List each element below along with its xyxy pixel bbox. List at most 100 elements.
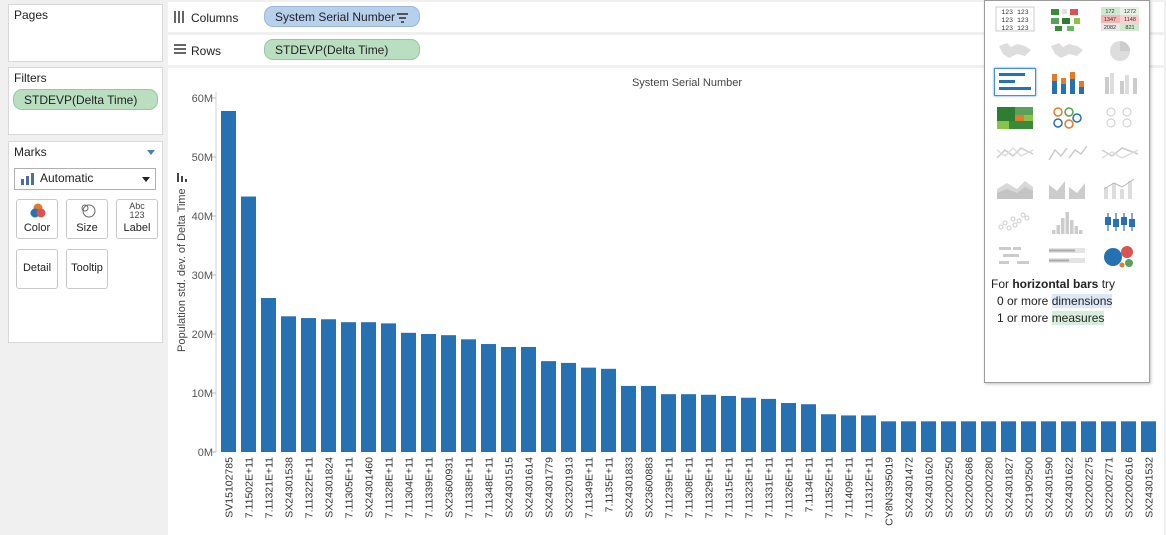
horizontal-bars-icon[interactable] <box>994 68 1036 96</box>
x-tick-label[interactable]: 7.11315E+11 <box>724 457 736 518</box>
bar[interactable] <box>1081 421 1096 452</box>
filter-pill-stdevp[interactable]: STDEVP(Delta Time) <box>13 89 158 110</box>
sort-axis-icon[interactable] <box>177 173 187 182</box>
x-tick-label[interactable]: 7.11326E+11 <box>784 457 796 518</box>
bar[interactable] <box>521 346 536 452</box>
histogram-icon[interactable] <box>1046 208 1088 236</box>
bar[interactable] <box>761 398 776 452</box>
x-tick-label[interactable]: 7.11304E+11 <box>404 457 416 518</box>
pages-card[interactable]: Pages <box>8 4 163 62</box>
bar[interactable] <box>401 332 416 452</box>
x-tick-label[interactable]: 7.11349E+11 <box>584 457 596 518</box>
bar[interactable] <box>501 346 516 452</box>
x-tick-label[interactable]: 7.11239E+11 <box>664 457 676 518</box>
x-tick-label[interactable]: SX24301532 <box>1144 457 1156 518</box>
bar[interactable] <box>901 421 916 452</box>
bar[interactable] <box>721 395 736 452</box>
bar[interactable] <box>781 403 796 452</box>
bar[interactable] <box>541 361 556 452</box>
bar[interactable] <box>801 404 816 452</box>
bar[interactable] <box>561 362 576 452</box>
size-button[interactable]: Size <box>66 199 108 239</box>
x-tick-label[interactable]: 7.11322E+11 <box>304 457 316 518</box>
x-tick-label[interactable]: 7.11348E+11 <box>484 457 496 518</box>
x-tick-label[interactable]: SX24301472 <box>904 457 916 518</box>
x-tick-label[interactable]: 7.11409E+11 <box>844 457 856 518</box>
x-tick-label[interactable]: SX23201913 <box>564 457 576 518</box>
bullet-graph-icon[interactable] <box>1046 242 1088 270</box>
bar[interactable] <box>961 421 976 452</box>
x-tick-label[interactable]: SX24301460 <box>364 457 376 518</box>
show-me-panel[interactable]: 123 123 123 123 123 123 172 1272 1347 1148 2082… <box>984 0 1150 383</box>
rows-pill-stdevp[interactable]: STDEVP(Delta Time) <box>264 39 420 60</box>
x-tick-label[interactable]: SX22002616 <box>1124 457 1136 518</box>
scatter-plot-icon[interactable] <box>994 208 1036 236</box>
mark-type-dropdown[interactable]: Automatic <box>14 168 156 190</box>
x-tick-label[interactable]: SX24301824 <box>324 457 336 518</box>
bar[interactable] <box>221 110 236 453</box>
x-tick-label[interactable]: SX24301833 <box>624 457 636 518</box>
bar[interactable] <box>241 196 256 452</box>
bar[interactable] <box>841 415 856 452</box>
bar[interactable] <box>1121 421 1136 452</box>
x-tick-label[interactable]: 7.11308E+11 <box>684 457 696 518</box>
label-button[interactable]: Abc 123 Label <box>116 199 158 239</box>
bar[interactable] <box>881 421 896 452</box>
x-tick-label[interactable]: SX22002250 <box>944 457 956 518</box>
area-discrete-icon[interactable] <box>1046 174 1088 202</box>
bar[interactable] <box>861 415 876 452</box>
bar[interactable] <box>341 322 356 452</box>
treemap-icon[interactable] <box>994 104 1036 132</box>
x-tick-label[interactable]: 7.11331E+11 <box>764 457 776 518</box>
x-tick-label[interactable]: SV15102785 <box>224 457 236 518</box>
bar[interactable] <box>441 335 456 452</box>
bar[interactable] <box>261 298 276 452</box>
x-tick-label[interactable]: 7.11352E+11 <box>824 457 836 518</box>
columns-pill-system-serial-number[interactable]: System Serial Number <box>264 6 420 27</box>
color-button[interactable]: Color <box>16 199 58 239</box>
marks-menu-icon[interactable] <box>147 150 155 155</box>
bar[interactable] <box>461 339 476 452</box>
marks-card[interactable]: Marks Automatic Color Size Abc 123 Label… <box>8 141 163 343</box>
bar[interactable] <box>581 367 596 452</box>
bar[interactable] <box>621 385 636 452</box>
x-tick-label[interactable]: 7.11305E+11 <box>344 457 356 518</box>
x-tick-label[interactable]: 7.11328E+11 <box>384 457 396 518</box>
bar[interactable] <box>1021 421 1036 452</box>
x-tick-label[interactable]: 7.1135E+11 <box>604 457 616 513</box>
circle-views-icon[interactable] <box>1046 104 1088 132</box>
x-tick-label[interactable]: SX24301622 <box>1064 457 1076 518</box>
bar[interactable] <box>701 394 716 452</box>
text-table-icon[interactable]: 123 123 123 123 123 123 <box>994 5 1036 33</box>
stacked-bars-icon[interactable] <box>1046 68 1088 96</box>
x-tick-label[interactable]: SX24301590 <box>1044 457 1056 518</box>
x-tick-label[interactable]: 7.11321E+11 <box>264 457 276 518</box>
tooltip-button[interactable]: Tooltip <box>66 249 108 289</box>
bar[interactable] <box>1141 421 1156 452</box>
bar[interactable] <box>301 318 316 452</box>
x-tick-label[interactable]: SX24301515 <box>504 457 516 518</box>
bar[interactable] <box>281 316 296 452</box>
pie-chart-icon[interactable] <box>1099 37 1141 65</box>
bar[interactable] <box>1001 421 1016 452</box>
x-tick-label[interactable]: SX23600931 <box>444 457 456 518</box>
highlight-table-icon[interactable]: 172 1272 1347 1148 2082 821 <box>1099 5 1141 33</box>
bar[interactable] <box>661 394 676 452</box>
bar[interactable] <box>1101 421 1116 452</box>
dual-combination-icon[interactable] <box>1099 174 1141 202</box>
x-tick-label[interactable]: SX22002275 <box>1084 457 1096 518</box>
bar[interactable] <box>1041 421 1056 452</box>
heat-map-icon[interactable] <box>1046 5 1088 33</box>
x-tick-label[interactable]: 7.11323E+11 <box>744 457 756 518</box>
x-tick-label[interactable]: SX24301620 <box>924 457 936 518</box>
lines-continuous-icon[interactable] <box>994 139 1036 167</box>
x-tick-label[interactable]: SX22002771 <box>1104 457 1116 518</box>
x-tick-label[interactable]: 7.11329E+11 <box>704 457 716 518</box>
x-tick-label[interactable]: 7.11312E+11 <box>864 457 876 518</box>
bar[interactable] <box>921 421 936 452</box>
x-tick-label[interactable]: CY8N3395019 <box>884 457 896 526</box>
filled-map-icon[interactable] <box>1046 37 1088 65</box>
packed-bubbles-icon[interactable] <box>1099 242 1141 270</box>
bar[interactable] <box>601 368 616 452</box>
x-tick-label[interactable]: 7.11339E+11 <box>424 457 436 518</box>
